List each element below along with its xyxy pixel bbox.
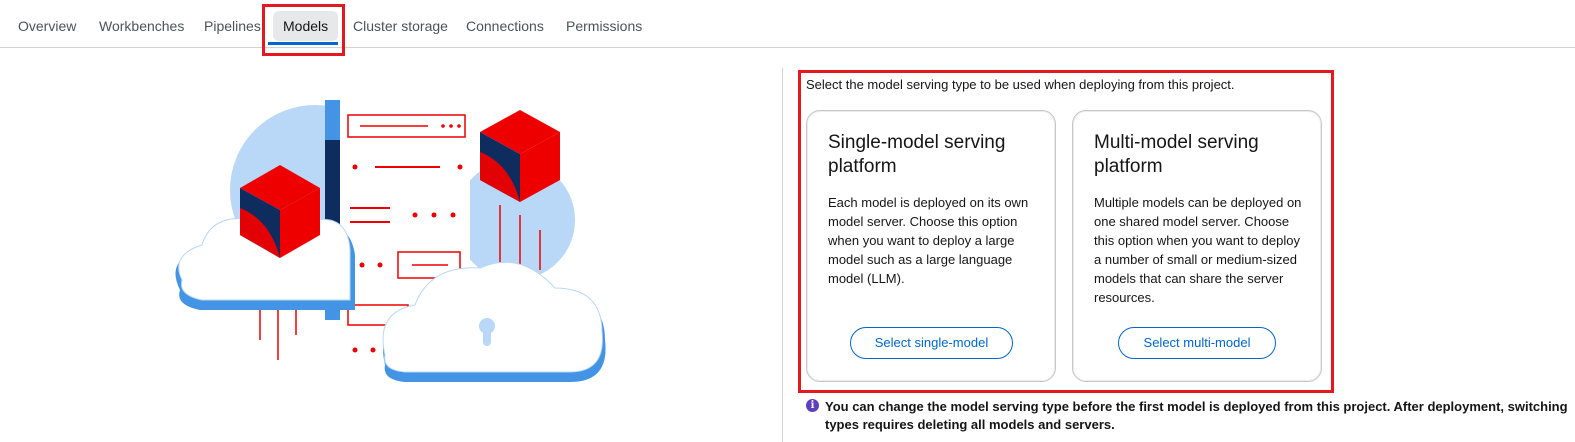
tab-label: Permissions bbox=[566, 18, 643, 34]
info-alert-text: You can change the model serving type be… bbox=[825, 399, 1568, 432]
tab-label: Overview bbox=[18, 18, 77, 34]
multi-model-card: Multi-model serving platform Multiple mo… bbox=[1072, 110, 1322, 382]
tab-cluster-storage[interactable]: Cluster storage bbox=[353, 10, 448, 42]
tab-label: Workbenches bbox=[99, 18, 185, 34]
card-title: Single-model serving platform bbox=[828, 132, 1006, 177]
single-model-card: Single-model serving platform Each model… bbox=[806, 110, 1056, 382]
serving-type-intro: Select the model serving type to be used… bbox=[806, 77, 1235, 92]
tab-connections[interactable]: Connections bbox=[466, 10, 544, 42]
tab-label: Cluster storage bbox=[353, 18, 448, 34]
info-icon: i bbox=[806, 399, 819, 412]
tab-overview[interactable]: Overview bbox=[18, 10, 76, 42]
vertical-divider bbox=[782, 68, 783, 442]
card-description: Each model is deployed on its own model … bbox=[828, 195, 1029, 286]
tab-label: Connections bbox=[466, 18, 544, 34]
tab-highlight-box bbox=[262, 4, 345, 56]
tab-label: Pipelines bbox=[204, 18, 261, 34]
tab-workbenches[interactable]: Workbenches bbox=[99, 10, 184, 42]
select-single-model-button[interactable]: Select single-model bbox=[850, 327, 1013, 359]
tab-permissions[interactable]: Permissions bbox=[566, 10, 642, 42]
tab-pipelines[interactable]: Pipelines bbox=[204, 10, 261, 42]
select-multi-model-button[interactable]: Select multi-model bbox=[1118, 327, 1276, 359]
project-tabs: Overview Workbenches Pipelines Models Cl… bbox=[0, 0, 1575, 48]
card-description: Multiple models can be deployed on one s… bbox=[1094, 195, 1302, 305]
model-serving-illustration bbox=[175, 100, 606, 382]
card-title: Multi-model serving platform bbox=[1094, 132, 1259, 177]
